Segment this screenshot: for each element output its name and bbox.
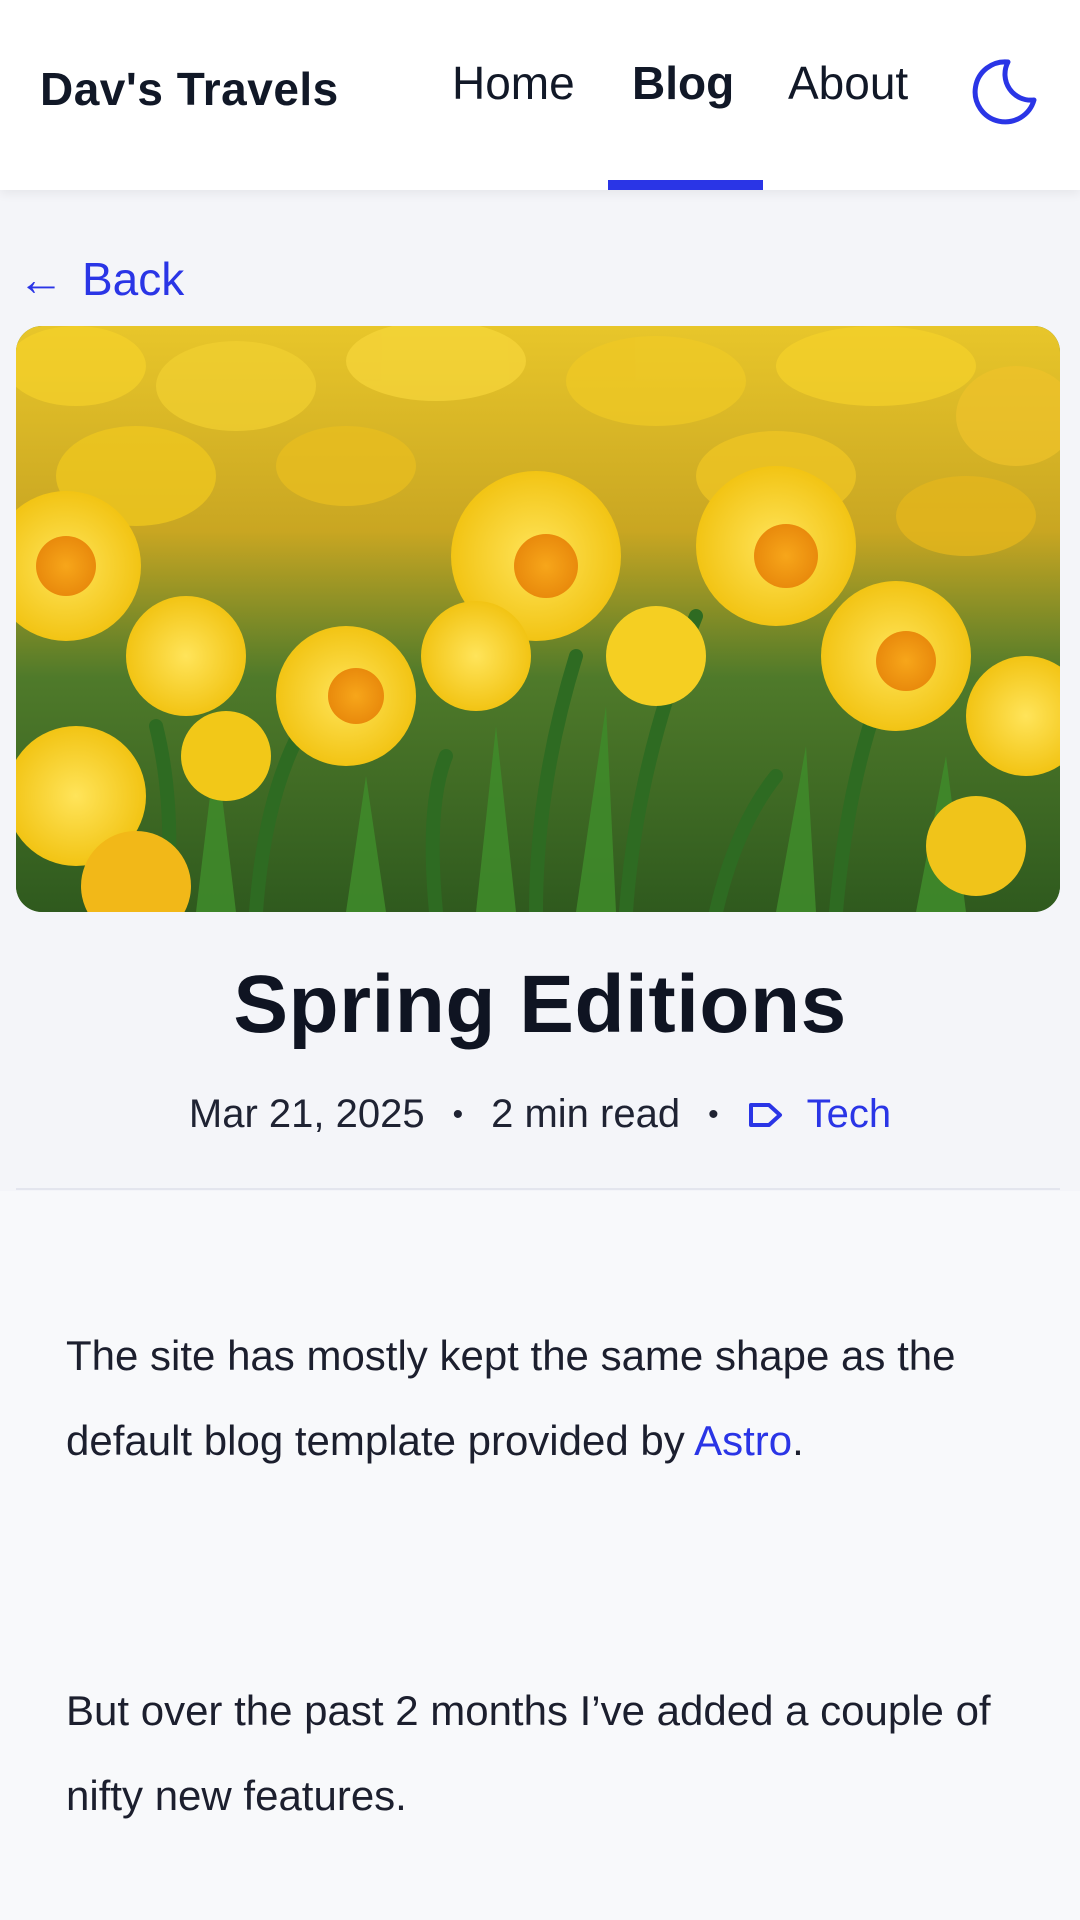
post-title: Spring Editions xyxy=(233,959,847,1050)
moon-icon xyxy=(972,59,1037,125)
paragraph: But over the past 2 months I’ve added a … xyxy=(66,1687,991,1819)
meta-separator: • xyxy=(708,1097,719,1131)
back-link[interactable]: ← Back xyxy=(18,252,184,306)
divider xyxy=(16,1188,1060,1190)
hero-image xyxy=(16,326,1060,912)
read-time: 2 min read xyxy=(491,1092,681,1136)
paragraph: The site has mostly kept the same shape … xyxy=(66,1313,1006,1483)
post-date: Mar 21, 2025 xyxy=(188,1092,425,1136)
post-meta: Mar 21, 2025 • 2 min read • Tech xyxy=(0,1092,1080,1137)
nav-blog[interactable]: Blog xyxy=(632,56,734,110)
paragraph-text: The site has mostly kept the same shape … xyxy=(66,1332,956,1464)
arrow-left-icon: ← xyxy=(18,253,64,305)
tag-icon xyxy=(748,1102,782,1127)
back-label: Back xyxy=(82,253,185,305)
tag-link-tech[interactable]: Tech xyxy=(747,1092,892,1137)
theme-toggle-button[interactable] xyxy=(962,52,1042,132)
tag-label: Tech xyxy=(806,1092,892,1136)
nav-active-indicator xyxy=(608,180,763,190)
meta-separator: • xyxy=(452,1097,464,1131)
astro-link[interactable]: Astro xyxy=(694,1417,792,1464)
daffodil-field-photo xyxy=(16,326,1060,912)
site-header: Dav's Travels Home Blog About xyxy=(0,0,1080,190)
nav-home[interactable]: Home xyxy=(452,56,575,110)
site-title-link[interactable]: Dav's Travels xyxy=(40,62,339,116)
nav-about[interactable]: About xyxy=(788,56,908,110)
paragraph-text: . xyxy=(792,1417,804,1464)
